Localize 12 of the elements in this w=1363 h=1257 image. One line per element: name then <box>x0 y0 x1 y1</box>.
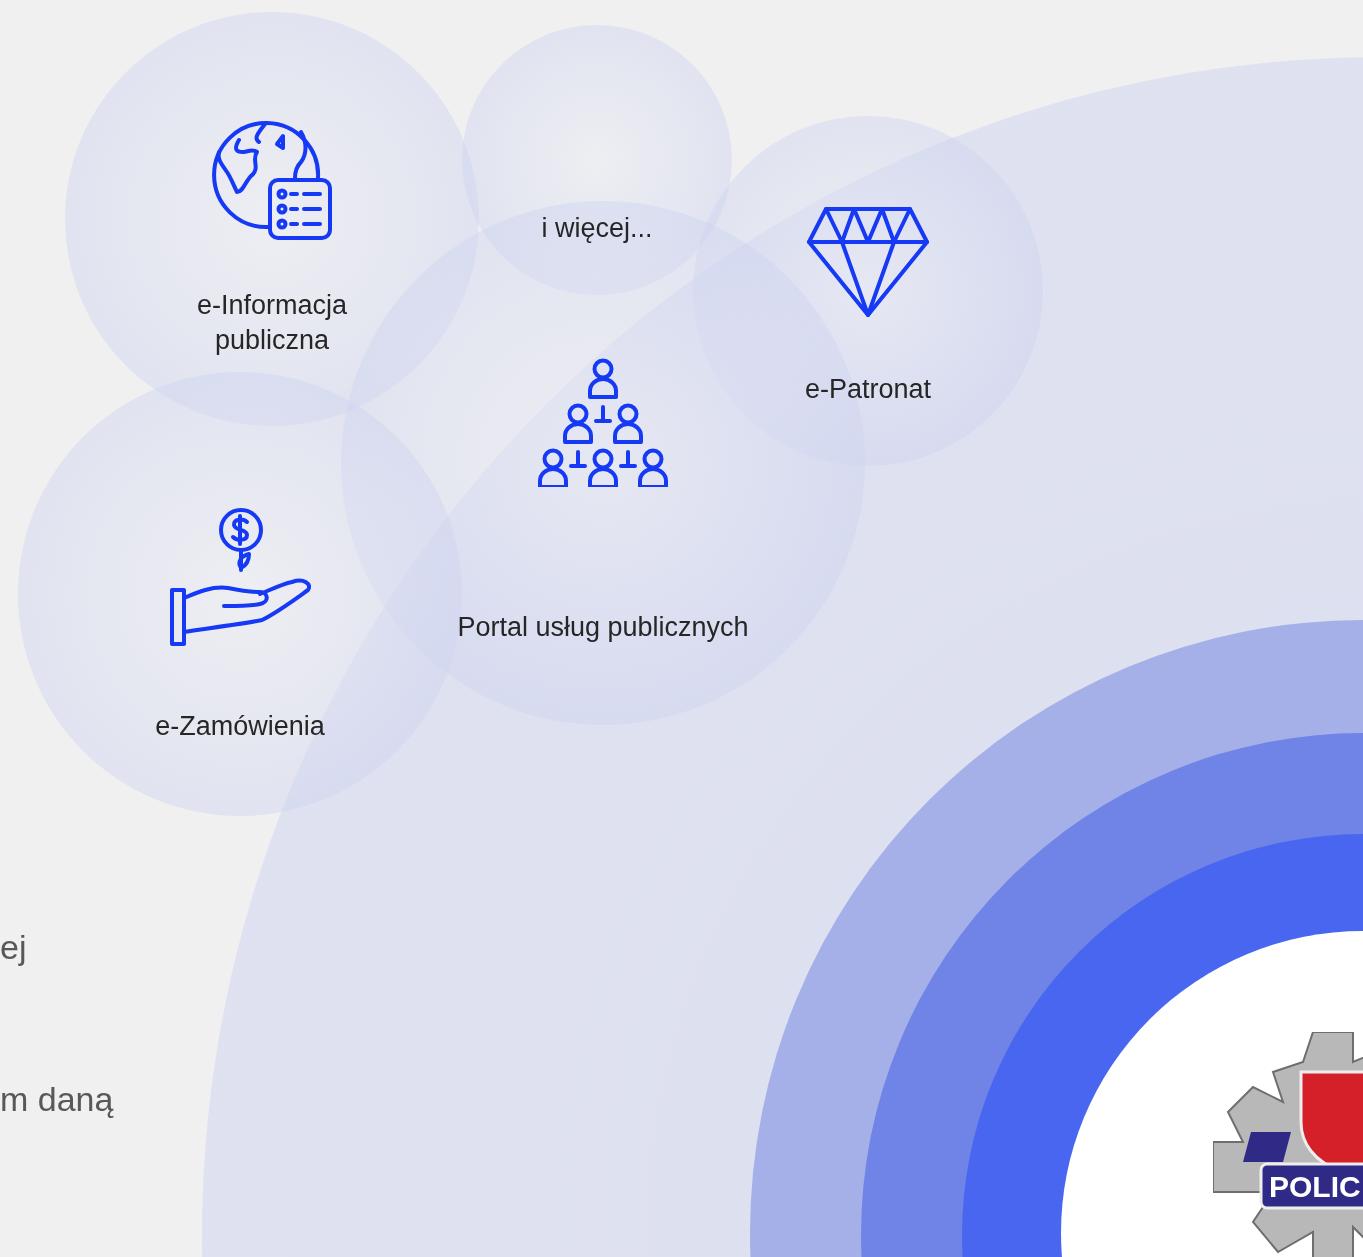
service-label: e-Zamówienia <box>155 710 325 743</box>
hand-coin-icon <box>168 508 312 648</box>
globe-list-icon <box>211 120 333 242</box>
people-hierarchy-icon <box>537 357 669 487</box>
service-label: e-Informacja publiczna <box>195 289 349 357</box>
service-label: i więcej... <box>541 212 653 245</box>
service-label: Portal usług publicznych <box>457 611 749 644</box>
logo-text: POLIC <box>1269 1170 1361 1203</box>
body-text: m daną <box>0 1080 114 1119</box>
body-text: ej <box>0 928 27 967</box>
diamond-icon <box>806 206 930 318</box>
service-label: e-Patronat <box>804 373 932 406</box>
